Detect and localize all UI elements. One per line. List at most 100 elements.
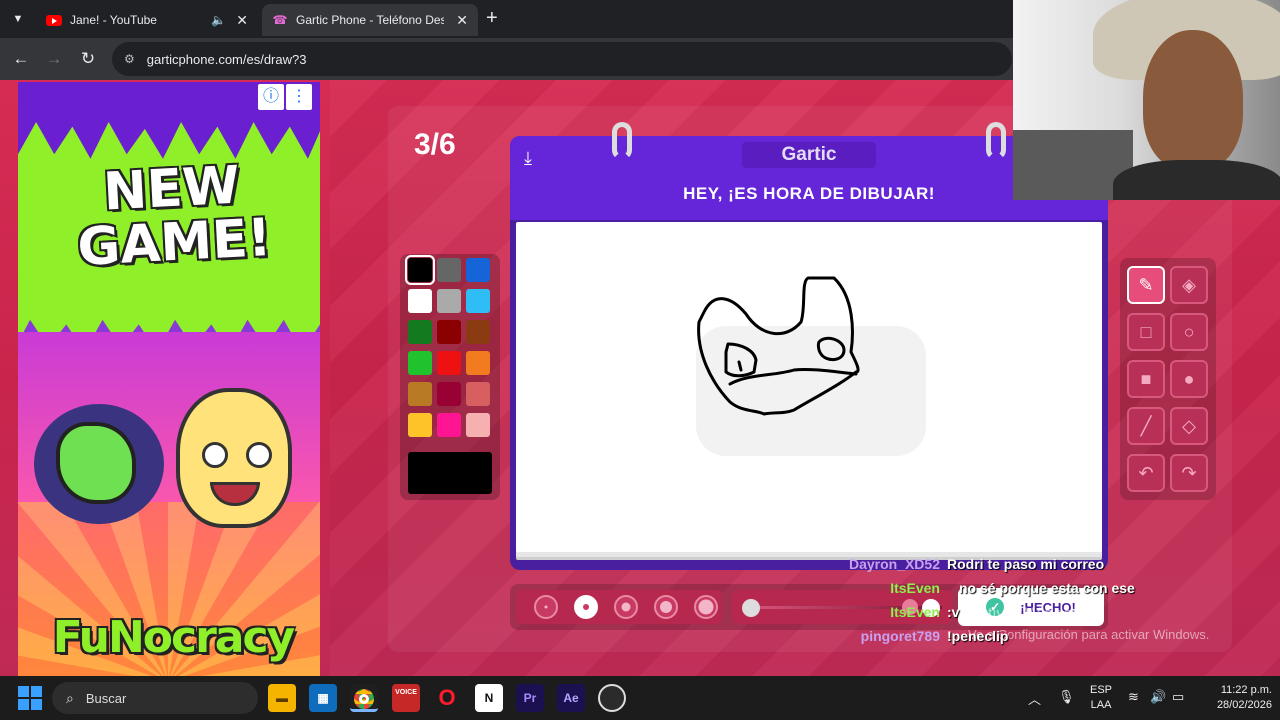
taskbar-search[interactable]: ⌕ Buscar [52, 682, 258, 714]
site-info-icon[interactable]: ⚙ [124, 52, 135, 66]
advertisement[interactable]: NEW GAME! FuNocracy ⓘ ⋮ [18, 82, 320, 676]
chat-username: ItsEven [890, 580, 940, 596]
clock[interactable]: 11:22 p.m. 28/02/2026 [1200, 684, 1272, 711]
clock-date: 28/02/2026 [1216, 699, 1272, 711]
speaker-icon[interactable]: 🔈 [211, 13, 226, 27]
reload-icon[interactable]: ↻ [77, 48, 99, 70]
volume-icon[interactable]: 🔊 [1150, 689, 1166, 705]
chrome-icon[interactable] [350, 684, 378, 712]
brush-size-option[interactable] [574, 595, 598, 619]
binder-ring-icon [612, 122, 632, 160]
color-swatch[interactable] [408, 413, 432, 437]
color-swatch[interactable] [408, 289, 432, 313]
close-tab-icon[interactable]: ✕ [236, 12, 248, 29]
rectangle-outline-icon[interactable]: □ [1127, 313, 1165, 351]
tool-panel: ✎ ◈ □ ○ ■ ● ╱ ◇ ↶ ↷ [1120, 258, 1216, 500]
webcam-person [1143, 30, 1243, 170]
undo-icon[interactable]: ↶ [1127, 454, 1165, 492]
color-swatch[interactable] [408, 351, 432, 375]
webcam-overlay [1013, 0, 1280, 200]
redo-icon[interactable]: ↷ [1170, 454, 1208, 492]
language-code: ESP [1090, 684, 1113, 696]
color-swatch[interactable] [408, 382, 432, 406]
brush-size-option[interactable] [534, 595, 558, 619]
chat-username: ItsEven [890, 604, 940, 620]
bucket-icon[interactable]: ◇ [1170, 407, 1208, 445]
system-tray: ︿ 🎙 ESP LAA ≋ 🔊 ▭ 11:22 p.m. 28/02/2026 [1022, 676, 1280, 720]
windows-activation-watermark: Activar Windows [968, 604, 1094, 623]
premiere-icon[interactable]: Pr [516, 684, 544, 712]
rectangle-fill-icon[interactable]: ■ [1127, 360, 1165, 398]
line-icon[interactable]: ╱ [1127, 407, 1165, 445]
windows-start-icon[interactable] [18, 686, 42, 710]
microphone-icon[interactable]: 🎙 [1058, 689, 1075, 705]
store-icon[interactable]: ▦ [309, 684, 337, 712]
close-tab-icon[interactable]: ✕ [456, 12, 468, 29]
keyboard-layout: LAA [1090, 699, 1112, 711]
cartoon-face-icon [176, 388, 292, 528]
color-swatch[interactable] [437, 413, 461, 437]
color-swatch[interactable] [466, 258, 490, 282]
tab-youtube[interactable]: Jane! - YouTube 🔈 ✕ [36, 4, 258, 36]
eraser-icon[interactable]: ◈ [1170, 266, 1208, 304]
obs-icon[interactable] [598, 684, 626, 712]
clock-time: 11:22 p.m. [1220, 684, 1272, 696]
drawing-board: ⤓ Gartic HEY, ¡ES HORA DE DIBUJAR! [510, 122, 1108, 570]
color-swatch[interactable] [466, 320, 490, 344]
url-text: garticphone.com/es/draw?3 [146, 51, 307, 67]
language-indicator[interactable]: ESP LAA [1090, 684, 1112, 711]
brush-size-option[interactable] [614, 595, 638, 619]
after-effects-icon[interactable]: Ae [557, 684, 585, 712]
tab-title: Gartic Phone - Teléfono Descon [296, 13, 444, 27]
binder-ring-icon [986, 122, 1006, 160]
new-tab-icon[interactable]: + [486, 8, 498, 28]
color-swatch[interactable] [466, 289, 490, 313]
address-bar[interactable]: ⚙ garticphone.com/es/draw?3 [112, 42, 1012, 76]
opera-icon[interactable]: O [433, 684, 461, 712]
thumbs-up-icon [34, 404, 164, 524]
chat-username: pingoret789 [860, 628, 940, 644]
color-swatch[interactable] [405, 255, 435, 285]
color-swatch[interactable] [466, 413, 490, 437]
ad-more-icon[interactable]: ⋮ [286, 84, 312, 110]
ad-info-icon[interactable]: ⓘ [258, 84, 284, 110]
voicemeeter-icon[interactable]: VOICE [392, 684, 420, 712]
color-swatch[interactable] [437, 351, 461, 375]
chat-text: no sé porque esta con ese [959, 580, 1135, 596]
gartic-logo: Gartic [742, 142, 876, 168]
color-swatch[interactable] [466, 351, 490, 375]
brush-size-option[interactable] [654, 595, 678, 619]
round-counter: 3/6 [414, 128, 456, 161]
circle-fill-icon[interactable]: ● [1170, 360, 1208, 398]
search-placeholder: Buscar [85, 690, 127, 706]
notion-icon[interactable]: N [475, 684, 503, 712]
canvas-svg [696, 276, 926, 456]
download-icon[interactable]: ⤓ [524, 148, 546, 170]
color-swatch[interactable] [437, 320, 461, 344]
chevron-up-icon[interactable]: ︿ [1028, 689, 1041, 708]
tab-gartic-phone[interactable]: ☎ Gartic Phone - Teléfono Descon ✕ [262, 4, 478, 36]
color-swatch[interactable] [437, 289, 461, 313]
wifi-icon[interactable]: ≋ [1128, 689, 1139, 705]
color-swatch[interactable] [408, 320, 432, 344]
tab-search-icon[interactable]: ▼ [8, 9, 28, 29]
tab-title: Jane! - YouTube [70, 13, 157, 27]
circle-outline-icon[interactable]: ○ [1170, 313, 1208, 351]
search-icon: ⌕ [66, 689, 74, 706]
back-icon[interactable]: ← [10, 48, 32, 70]
chat-text: :v [947, 604, 960, 620]
gartic-phone-icon: ☎ [272, 13, 288, 27]
pencil-icon[interactable]: ✎ [1127, 266, 1165, 304]
chat-username: Dayron_XD52 [848, 556, 940, 572]
forward-icon[interactable]: → [43, 48, 65, 70]
opacity-min-handle[interactable] [742, 599, 760, 617]
drawing-canvas[interactable] [516, 222, 1102, 552]
file-explorer-icon[interactable]: ▬ [268, 684, 296, 712]
color-swatch[interactable] [466, 382, 490, 406]
battery-icon[interactable]: ▭ [1172, 689, 1184, 705]
brush-size-option[interactable] [694, 595, 718, 619]
color-swatch[interactable] [437, 258, 461, 282]
youtube-icon [46, 14, 62, 26]
chat-text: Rodri te paso mi correo [947, 556, 1105, 572]
color-swatch[interactable] [437, 382, 461, 406]
